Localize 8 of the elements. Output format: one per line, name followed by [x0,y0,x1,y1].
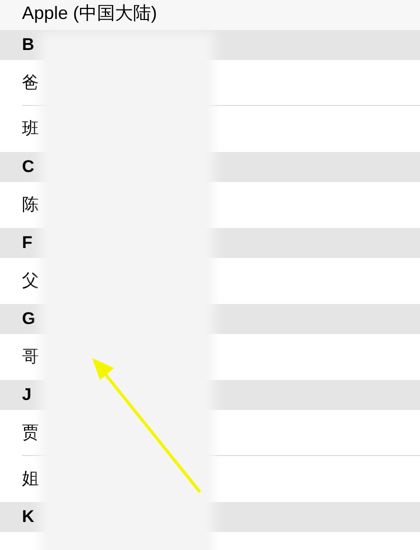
account-label: Apple (中国大陆) [22,2,158,24]
contact-name[interactable]: 班 [22,116,39,142]
contact-name[interactable]: 哥 [22,344,39,370]
contact-name[interactable]: 姐 [22,466,39,492]
contact-name[interactable]: 贾 [22,420,39,446]
contact-name[interactable]: 爸 [22,70,39,96]
contact-name[interactable]: 陈 [22,192,39,218]
contact-name[interactable]: 父 [22,268,39,294]
